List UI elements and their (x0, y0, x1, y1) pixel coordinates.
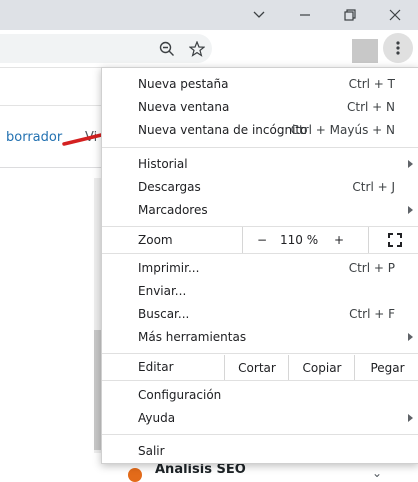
menu-item-downloads[interactable]: Descargas Ctrl + J (102, 176, 418, 199)
menu-item-label: Nueva ventana de incógnito (138, 123, 308, 137)
zoom-out-icon (159, 41, 174, 56)
menu-item-exit[interactable]: Salir (102, 440, 418, 463)
zoom-out-button[interactable] (156, 30, 178, 67)
submenu-arrow-icon (408, 206, 413, 214)
menu-item-label: Marcadores (138, 203, 208, 217)
zoom-row: Zoom − 110 % + (102, 227, 418, 253)
fullscreen-button[interactable] (368, 227, 418, 253)
menu-item-label: Nueva pestaña (138, 77, 229, 91)
post-avatar (128, 468, 142, 482)
menu-item-shortcut: Ctrl + F (349, 307, 395, 321)
menu-divider (102, 434, 418, 435)
chevron-down-icon[interactable]: ⌄ (372, 466, 382, 480)
menu-item-label: Ayuda (138, 411, 176, 425)
menu-item-shortcut: Ctrl + Mayús + N (290, 123, 395, 137)
menu-button[interactable] (383, 33, 413, 63)
close-icon (389, 9, 401, 21)
menu-item-more-tools[interactable]: Más herramientas (102, 326, 418, 349)
restore-icon (344, 9, 356, 21)
paste-button[interactable]: Pegar (354, 355, 418, 380)
copy-label: Copiar (302, 360, 342, 375)
menu-item-label: Enviar... (138, 284, 187, 298)
menu-divider (102, 380, 418, 381)
menu-item-shortcut: Ctrl + J (352, 180, 395, 194)
menu-item-bookmarks[interactable]: Marcadores (102, 199, 418, 222)
edit-row: Editar Cortar Copiar Pegar (102, 355, 418, 380)
menu-item-label: Salir (138, 444, 165, 458)
kebab-icon (396, 41, 400, 55)
menu-item-label: Más herramientas (138, 330, 247, 344)
menu-item-settings[interactable]: Configuración (102, 384, 418, 407)
menu-item-new-tab[interactable]: Nueva pestaña Ctrl + T (102, 73, 418, 96)
menu-item-new-incognito-window[interactable]: Nueva ventana de incógnito Ctrl + Mayús … (102, 119, 418, 142)
zoom-out-button[interactable]: − (257, 233, 267, 247)
paste-label: Pegar (370, 360, 405, 375)
close-button[interactable] (372, 0, 418, 30)
fullscreen-icon (387, 233, 402, 247)
menu-item-label: Descargas (138, 180, 201, 194)
restore-button[interactable] (327, 0, 373, 30)
menu-item-shortcut: Ctrl + N (346, 100, 395, 114)
post-title[interactable]: Analisis SEO (155, 462, 246, 477)
bookmark-star-button[interactable] (186, 30, 208, 67)
extension-icon[interactable] (352, 39, 378, 63)
address-bar[interactable] (0, 34, 212, 63)
menu-divider (102, 253, 418, 254)
menu-item-history[interactable]: Historial (102, 153, 418, 176)
menu-item-print[interactable]: Imprimir... Ctrl + P (102, 257, 418, 280)
minimize-window-button[interactable] (282, 0, 328, 30)
menu-item-help[interactable]: Ayuda (102, 407, 418, 430)
menu-item-label: Configuración (138, 388, 222, 402)
submenu-arrow-icon (408, 160, 413, 168)
minimize-icon (300, 14, 310, 16)
menu-item-label: Imprimir... (138, 261, 200, 275)
menu-item-find[interactable]: Buscar... Ctrl + F (102, 303, 418, 326)
submenu-arrow-icon (408, 333, 413, 341)
star-icon (189, 40, 205, 57)
edit-label: Editar (138, 360, 174, 374)
menu-item-shortcut: Ctrl + T (348, 77, 395, 91)
menu-item-send[interactable]: Enviar... (102, 280, 418, 303)
chevron-down-icon (253, 11, 265, 18)
zoom-level: 110 % (280, 233, 319, 247)
draft-link[interactable]: borrador (6, 130, 62, 145)
submenu-arrow-icon (408, 414, 413, 422)
cut-button[interactable]: Cortar (224, 355, 289, 380)
title-bar (0, 0, 418, 30)
chrome-menu: Nueva pestaña Ctrl + T Nueva ventana Ctr… (101, 67, 418, 464)
divider (0, 167, 102, 168)
menu-item-shortcut: Ctrl + P (348, 261, 395, 275)
minimize-button[interactable] (236, 0, 282, 30)
menu-item-new-window[interactable]: Nueva ventana Ctrl + N (102, 96, 418, 119)
cut-label: Cortar (238, 360, 276, 375)
copy-button[interactable]: Copiar (288, 355, 355, 380)
menu-item-label: Historial (138, 157, 188, 171)
zoom-in-button[interactable]: + (334, 233, 344, 247)
menu-item-label: Nueva ventana (138, 100, 230, 114)
menu-item-label: Buscar... (138, 307, 190, 321)
menu-divider (102, 147, 418, 148)
menu-divider (102, 353, 418, 354)
zoom-label: Zoom (138, 233, 173, 247)
